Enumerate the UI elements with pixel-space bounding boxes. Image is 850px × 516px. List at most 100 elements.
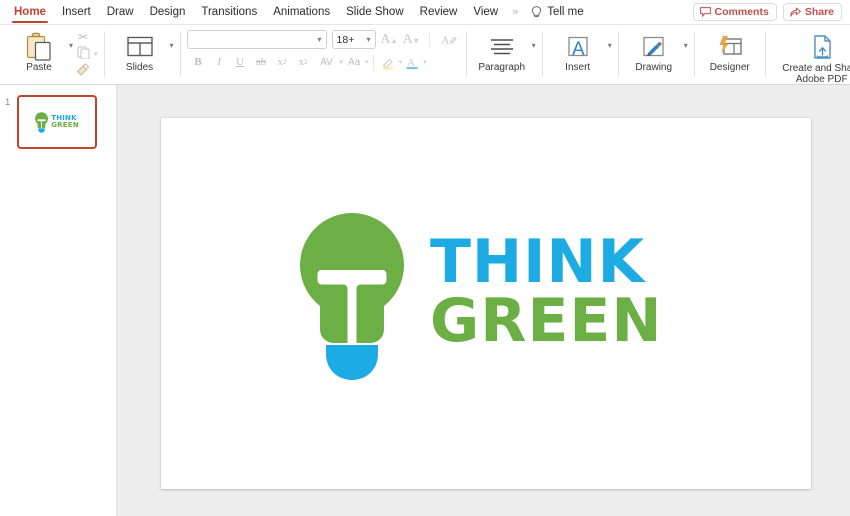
font-name-input[interactable]: ▾ xyxy=(186,30,327,49)
clear-formatting-button[interactable]: A xyxy=(439,31,460,49)
format-painter-button[interactable] xyxy=(73,63,98,79)
ribbon-group-font: ▾ 18+ ▾ A ▲ A ▼ A B I U ab x 2 x 2 AV ▾ … xyxy=(181,25,466,85)
drawing-button[interactable]: Drawing ▾ xyxy=(625,25,688,73)
svg-text:A: A xyxy=(572,39,585,60)
slides-chevron-down-icon[interactable]: ▾ xyxy=(170,41,174,50)
drawing-chevron-down-icon[interactable]: ▾ xyxy=(684,41,688,50)
pdf-upload-icon xyxy=(808,30,836,64)
italic-button[interactable]: I xyxy=(209,53,230,71)
think-green-logo[interactable]: THINK GREEN xyxy=(300,203,663,381)
insert-label: Insert xyxy=(565,62,591,73)
tab-view[interactable]: View xyxy=(465,0,506,25)
tab-home-label: Home xyxy=(14,5,46,18)
change-case-label: Aa xyxy=(347,56,361,68)
comments-button[interactable]: Comments xyxy=(692,3,777,21)
ribbon-group-slides: Slides ▾ xyxy=(105,25,180,85)
paragraph-align-icon xyxy=(487,30,517,64)
paste-button[interactable]: Paste ▾ xyxy=(10,25,73,73)
font-color-button[interactable]: A xyxy=(402,53,423,71)
shrink-font-button[interactable]: A ▼ xyxy=(402,31,420,47)
superscript-button[interactable]: x2 xyxy=(272,53,293,71)
ribbon-group-clipboard: Paste ▾ ✂ ▾ xyxy=(4,25,104,85)
designer-icon xyxy=(715,30,745,64)
grow-font-label: A xyxy=(380,31,391,47)
overflow-chevrons-icon[interactable]: » xyxy=(506,6,523,18)
tab-slide-show[interactable]: Slide Show xyxy=(338,0,412,25)
change-case-button[interactable]: Aa xyxy=(343,53,365,71)
tab-transitions[interactable]: Transitions xyxy=(193,0,265,25)
underline-button[interactable]: U xyxy=(230,53,251,71)
strikethrough-label: ab xyxy=(255,56,267,68)
tab-design-label: Design xyxy=(149,5,186,18)
text-highlight-button[interactable] xyxy=(378,53,399,71)
tab-animations-label: Animations xyxy=(273,5,331,18)
copy-icon xyxy=(73,46,93,62)
tab-slide-show-label: Slide Show xyxy=(346,5,404,18)
ribbon-group-designer: Designer xyxy=(695,25,765,85)
menu-bar: Home Insert Draw Design Transitions Anim… xyxy=(0,0,850,25)
strikethrough-button[interactable]: ab xyxy=(251,53,272,71)
tab-animations[interactable]: Animations xyxy=(265,0,338,25)
ribbon-group-drawing: Drawing ▾ xyxy=(619,25,694,85)
clear-formatting-icon: A xyxy=(441,33,457,47)
tab-home[interactable]: Home xyxy=(6,0,54,25)
tab-view-label: View xyxy=(473,5,499,18)
bold-button[interactable]: B xyxy=(188,53,209,71)
slide-thumbnail-pane[interactable]: 1 THINK GREEN xyxy=(0,85,117,516)
text-box-icon: A xyxy=(563,30,593,64)
pen-icon xyxy=(639,30,669,64)
logo-word-think: THINK xyxy=(430,226,646,297)
slide-canvas-area[interactable]: THINK GREEN xyxy=(117,85,850,516)
clipboard-small-actions: ✂ ▾ xyxy=(73,25,98,79)
slide-thumbnail-1[interactable]: THINK GREEN xyxy=(17,95,97,149)
font-size-chevron-down-icon[interactable]: ▾ xyxy=(367,35,371,44)
paste-label: Paste xyxy=(26,62,52,73)
slide-canvas[interactable]: THINK GREEN xyxy=(161,118,811,489)
tell-me-button[interactable]: Tell me xyxy=(523,5,591,19)
tab-draw-label: Draw xyxy=(106,5,134,18)
grow-font-caret-up-icon: ▲ xyxy=(390,37,398,45)
paste-icon xyxy=(24,30,54,64)
shrink-font-label: A xyxy=(402,31,413,47)
grow-font-button[interactable]: A ▲ xyxy=(380,31,398,47)
drawing-label: Drawing xyxy=(635,62,673,73)
designer-button[interactable]: Designer xyxy=(701,25,759,73)
tell-me-label: Tell me xyxy=(547,6,584,18)
font-name-chevron-down-icon[interactable]: ▾ xyxy=(318,35,322,44)
thumbnail-word-green: GREEN xyxy=(51,121,79,129)
paragraph-button[interactable]: Paragraph ▾ xyxy=(473,25,536,73)
thumbnail-wordmark: THINK GREEN xyxy=(51,115,79,129)
font-color-icon: A xyxy=(406,57,418,69)
work-area: 1 THINK GREEN THINK GREEN xyxy=(0,85,850,516)
slide-layout-icon xyxy=(125,30,155,64)
paragraph-label: Paragraph xyxy=(478,62,526,73)
shrink-font-caret-down-icon: ▼ xyxy=(412,37,420,45)
tab-review-label: Review xyxy=(419,5,458,18)
thumbnail-number: 1 xyxy=(5,97,11,108)
copy-button[interactable]: ▾ xyxy=(73,46,98,62)
tab-draw[interactable]: Draw xyxy=(99,0,142,25)
tab-review[interactable]: Review xyxy=(412,0,466,25)
bold-label: B xyxy=(194,56,202,68)
slides-label: Slides xyxy=(125,62,154,73)
character-spacing-label: AV xyxy=(320,56,333,68)
paintbrush-icon xyxy=(73,63,93,79)
insert-chevron-down-icon[interactable]: ▾ xyxy=(608,41,612,50)
character-spacing-button[interactable]: AV xyxy=(314,53,340,71)
insert-button[interactable]: A Insert ▾ xyxy=(549,25,612,73)
paragraph-chevron-down-icon[interactable]: ▾ xyxy=(532,41,536,50)
tab-transitions-label: Transitions xyxy=(201,5,258,18)
subscript-button[interactable]: x2 xyxy=(293,53,314,71)
font-size-value: 18+ xyxy=(336,33,355,46)
share-button[interactable]: Share xyxy=(782,3,842,21)
tab-design[interactable]: Design xyxy=(142,0,194,25)
tab-insert[interactable]: Insert xyxy=(54,0,99,25)
copy-chevron-down-icon[interactable]: ▾ xyxy=(94,50,98,58)
cut-button[interactable]: ✂ xyxy=(73,29,98,45)
font-color-chevron-down-icon[interactable]: ▾ xyxy=(423,58,427,66)
font-size-input[interactable]: 18+ ▾ xyxy=(331,30,376,49)
change-case-chevron-down-icon[interactable]: ▾ xyxy=(365,58,369,66)
slides-button[interactable]: Slides ▾ xyxy=(111,25,174,73)
pdf-label-line2: Adobe PDF xyxy=(795,74,848,85)
create-share-pdf-button[interactable]: Create and Share Adobe PDF xyxy=(772,25,850,85)
